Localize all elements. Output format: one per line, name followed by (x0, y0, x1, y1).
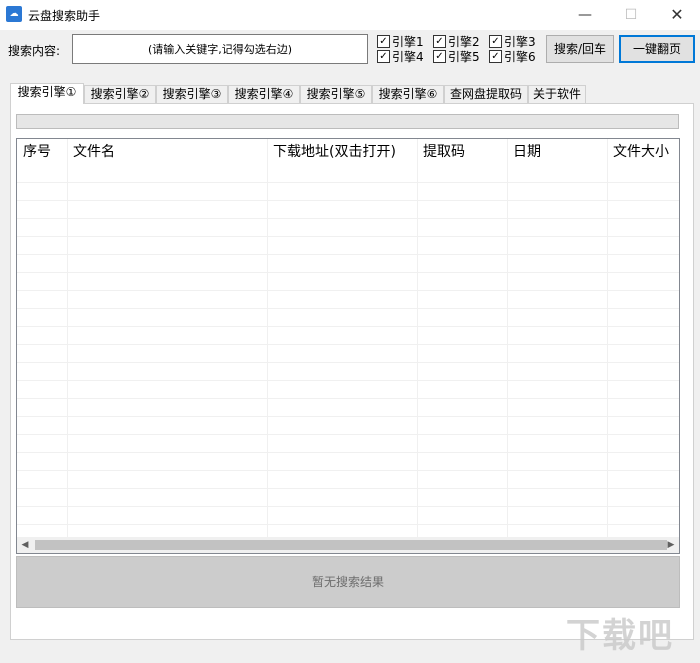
column-divider (507, 139, 508, 537)
engine-label: 引擎5 (448, 50, 480, 64)
column-header-download-url[interactable]: 下载地址(双击打开) (267, 139, 417, 165)
search-status-bar: 暂无搜索结果 (16, 556, 680, 608)
engine-checkbox-4[interactable]: ✓ 引擎4 (377, 50, 424, 64)
tab-engine-3[interactable]: 搜索引擎③ (156, 85, 228, 103)
checkbox-checked-icon: ✓ (433, 35, 446, 48)
search-label: 搜索内容: (8, 44, 61, 58)
next-page-button[interactable]: 一键翻页 (619, 35, 695, 63)
window-title: 云盘搜索助手 (28, 9, 101, 23)
tab-engine-1[interactable]: 搜索引擎① (10, 83, 84, 104)
horizontal-scrollbar[interactable]: ◀ ▶ (17, 537, 679, 553)
checkbox-checked-icon: ✓ (377, 35, 390, 48)
watermark-logo: 下载吧 (566, 616, 674, 656)
checkbox-checked-icon: ✓ (489, 35, 502, 48)
close-button[interactable]: ✕ (654, 0, 700, 30)
search-button[interactable]: 搜索/回车 (546, 35, 614, 63)
search-progress-bar (16, 114, 679, 129)
table-header: 序号 文件名 下载地址(双击打开) 提取码 日期 文件大小 (17, 139, 679, 165)
engine-label: 引擎3 (504, 35, 536, 49)
column-header-file-size[interactable]: 文件大小 (607, 139, 679, 165)
checkbox-checked-icon: ✓ (377, 50, 390, 63)
tab-about[interactable]: 关于软件 (528, 85, 586, 103)
scroll-left-icon[interactable]: ◀ (17, 537, 33, 553)
engine-label: 引擎6 (504, 50, 536, 64)
cloud-icon: ☁ (6, 6, 22, 22)
engine-label: 引擎2 (448, 35, 480, 49)
engine-checkbox-5[interactable]: ✓ 引擎5 (433, 50, 480, 64)
tab-engine-4[interactable]: 搜索引擎④ (228, 85, 300, 103)
tab-engine-6[interactable]: 搜索引擎⑥ (372, 85, 444, 103)
title-bar: ☁ 云盘搜索助手 — ☐ ✕ (0, 0, 700, 30)
checkbox-checked-icon: ✓ (489, 50, 502, 63)
engine-checkbox-1[interactable]: ✓ 引擎1 (377, 35, 424, 49)
column-divider (607, 139, 608, 537)
column-header-filename[interactable]: 文件名 (67, 139, 267, 165)
column-divider (67, 139, 68, 537)
search-input[interactable] (72, 34, 368, 64)
scroll-right-icon[interactable]: ▶ (663, 537, 679, 553)
column-divider (267, 139, 268, 537)
minimize-button[interactable]: — (562, 0, 608, 30)
tab-extract-code[interactable]: 查网盘提取码 (444, 85, 528, 103)
engine-checkbox-3[interactable]: ✓ 引擎3 (489, 35, 536, 49)
engine-checkbox-6[interactable]: ✓ 引擎6 (489, 50, 536, 64)
column-divider (417, 139, 418, 537)
engine-checkbox-2[interactable]: ✓ 引擎2 (433, 35, 480, 49)
scrollbar-thumb[interactable] (35, 540, 667, 550)
tab-engine-5[interactable]: 搜索引擎⑤ (300, 85, 372, 103)
engine-label: 引擎4 (392, 50, 424, 64)
results-table[interactable]: 序号 文件名 下载地址(双击打开) 提取码 日期 文件大小 ◀ ▶ (16, 138, 680, 554)
column-header-date[interactable]: 日期 (507, 139, 607, 165)
maximize-button[interactable]: ☐ (608, 0, 654, 30)
table-row-lines (17, 165, 679, 537)
checkbox-checked-icon: ✓ (433, 50, 446, 63)
tab-engine-2[interactable]: 搜索引擎② (84, 85, 156, 103)
engine-label: 引擎1 (392, 35, 424, 49)
column-header-index[interactable]: 序号 (17, 139, 67, 165)
column-header-extract-code[interactable]: 提取码 (417, 139, 507, 165)
